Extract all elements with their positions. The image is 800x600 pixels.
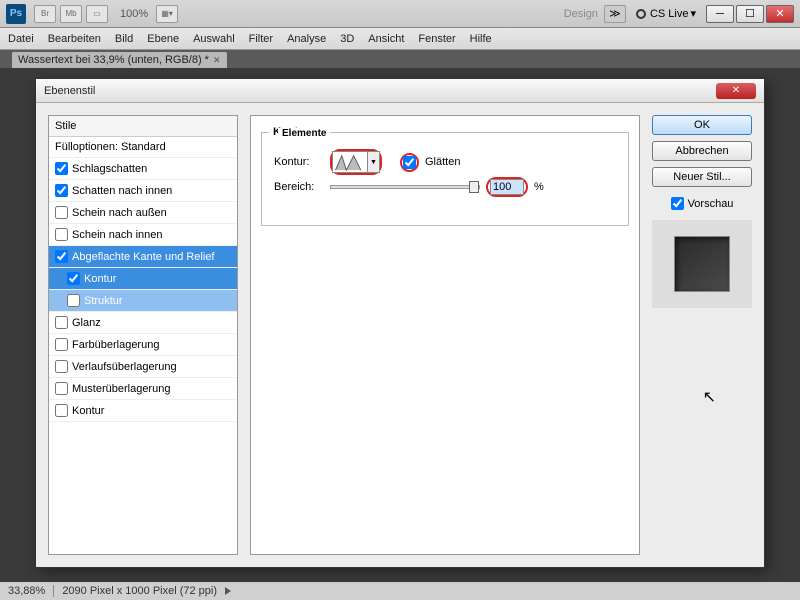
range-input[interactable] bbox=[490, 179, 524, 195]
close-tab-icon[interactable]: ✕ bbox=[213, 55, 221, 66]
preview-swatch bbox=[674, 236, 730, 292]
style-label: Kontur bbox=[84, 273, 116, 285]
menu-3d[interactable]: 3D bbox=[340, 33, 354, 45]
range-slider[interactable] bbox=[330, 185, 480, 189]
minibridge-icon[interactable]: Mb bbox=[60, 5, 82, 23]
blend-options-row[interactable]: Fülloptionen: Standard bbox=[49, 137, 237, 158]
style-checkbox[interactable] bbox=[67, 272, 80, 285]
style-checkbox[interactable] bbox=[55, 360, 68, 373]
menu-bar: Datei Bearbeiten Bild Ebene Auswahl Filt… bbox=[0, 28, 800, 50]
close-button[interactable]: ✕ bbox=[766, 5, 794, 23]
cursor-icon: ↖ bbox=[703, 387, 716, 407]
styles-header[interactable]: Stile bbox=[49, 116, 237, 137]
settings-panel: Kontur Elemente Kontur: ▼ Glätten bbox=[250, 115, 640, 555]
menu-hilfe[interactable]: Hilfe bbox=[470, 33, 492, 45]
smooth-checkbox[interactable] bbox=[403, 156, 416, 169]
status-play-icon[interactable] bbox=[225, 587, 231, 595]
new-style-button[interactable]: Neuer Stil... bbox=[652, 167, 752, 187]
menu-fenster[interactable]: Fenster bbox=[418, 33, 455, 45]
style-row-muster-berlagerung[interactable]: Musterüberlagerung bbox=[49, 378, 237, 400]
style-row-kontur[interactable]: Kontur bbox=[49, 268, 237, 290]
cslive-icon bbox=[636, 9, 646, 19]
style-label: Kontur bbox=[72, 405, 104, 417]
arrange-icon[interactable]: ▦▾ bbox=[156, 5, 178, 23]
dialog-titlebar[interactable]: Ebenenstil ✕ bbox=[36, 79, 764, 103]
document-tabs: Wassertext bei 33,9% (unten, RGB/8) *✕ bbox=[0, 50, 800, 68]
style-row-schein-nach-innen[interactable]: Schein nach innen bbox=[49, 224, 237, 246]
styles-list: Stile Fülloptionen: Standard Schlagschat… bbox=[48, 115, 238, 555]
contour-dropdown[interactable]: ▼ bbox=[368, 151, 380, 173]
style-checkbox[interactable] bbox=[55, 228, 68, 241]
document-tab[interactable]: Wassertext bei 33,9% (unten, RGB/8) *✕ bbox=[12, 52, 227, 68]
style-label: Glanz bbox=[72, 317, 101, 329]
zoom-label[interactable]: 100% bbox=[120, 8, 148, 20]
style-label: Abgeflachte Kante und Relief bbox=[72, 251, 215, 263]
style-checkbox[interactable] bbox=[55, 162, 68, 175]
preview-checkbox[interactable] bbox=[671, 197, 684, 210]
style-checkbox[interactable] bbox=[55, 250, 68, 263]
style-label: Schlagschatten bbox=[72, 163, 147, 175]
dialog-title: Ebenenstil bbox=[44, 85, 716, 97]
status-zoom[interactable]: 33,88% bbox=[8, 585, 45, 597]
style-checkbox[interactable] bbox=[55, 338, 68, 351]
dialog-buttons: OK Abbrechen Neuer Stil... Vorschau ↖ bbox=[652, 115, 752, 555]
workspace-arrow-icon[interactable]: ≫ bbox=[604, 5, 626, 23]
style-row-farb-berlagerung[interactable]: Farbüberlagerung bbox=[49, 334, 237, 356]
style-checkbox[interactable] bbox=[55, 404, 68, 417]
ok-button[interactable]: OK bbox=[652, 115, 752, 135]
bridge-icon[interactable]: Br bbox=[34, 5, 56, 23]
menu-filter[interactable]: Filter bbox=[249, 33, 273, 45]
style-row-abgeflachte-kante-und-relief[interactable]: Abgeflachte Kante und Relief bbox=[49, 246, 237, 268]
app-toolbar: Ps Br Mb ▭ 100% ▦▾ Design ≫ CS Live▾ ─ ☐… bbox=[0, 0, 800, 28]
menu-datei[interactable]: Datei bbox=[8, 33, 34, 45]
smooth-label: Glätten bbox=[425, 156, 460, 168]
cslive-button[interactable]: CS Live▾ bbox=[636, 7, 696, 20]
workspace-label[interactable]: Design bbox=[564, 8, 598, 20]
style-row-kontur[interactable]: Kontur bbox=[49, 400, 237, 422]
app-logo: Ps bbox=[6, 4, 26, 24]
dialog-close-button[interactable]: ✕ bbox=[716, 83, 756, 99]
style-label: Schein nach innen bbox=[72, 229, 163, 241]
percent-label: % bbox=[534, 181, 544, 193]
style-checkbox[interactable] bbox=[55, 382, 68, 395]
elements-label: Elemente bbox=[278, 128, 330, 139]
style-row-verlaufs-berlagerung[interactable]: Verlaufsüberlagerung bbox=[49, 356, 237, 378]
range-label: Bereich: bbox=[274, 181, 324, 193]
style-label: Musterüberlagerung bbox=[72, 383, 170, 395]
preview-label: Vorschau bbox=[688, 198, 734, 210]
style-row-schlagschatten[interactable]: Schlagschatten bbox=[49, 158, 237, 180]
style-checkbox[interactable] bbox=[55, 184, 68, 197]
menu-ansicht[interactable]: Ansicht bbox=[368, 33, 404, 45]
layer-style-dialog: Ebenenstil ✕ Stile Fülloptionen: Standar… bbox=[35, 78, 765, 568]
style-checkbox[interactable] bbox=[67, 294, 80, 307]
minimize-button[interactable]: ─ bbox=[706, 5, 734, 23]
menu-bild[interactable]: Bild bbox=[115, 33, 133, 45]
menu-bearbeiten[interactable]: Bearbeiten bbox=[48, 33, 101, 45]
screen-mode-icon[interactable]: ▭ bbox=[86, 5, 108, 23]
style-label: Farbüberlagerung bbox=[72, 339, 159, 351]
style-label: Struktur bbox=[84, 295, 123, 307]
style-checkbox[interactable] bbox=[55, 316, 68, 329]
slider-thumb[interactable] bbox=[469, 181, 479, 193]
maximize-button[interactable]: ☐ bbox=[736, 5, 764, 23]
style-row-schein-nach-au-en[interactable]: Schein nach außen bbox=[49, 202, 237, 224]
status-info[interactable]: 2090 Pixel x 1000 Pixel (72 ppi) bbox=[62, 585, 217, 597]
style-row-glanz[interactable]: Glanz bbox=[49, 312, 237, 334]
style-row-struktur[interactable]: Struktur bbox=[49, 290, 237, 312]
style-row-schatten-nach-innen[interactable]: Schatten nach innen bbox=[49, 180, 237, 202]
status-bar: 33,88% 2090 Pixel x 1000 Pixel (72 ppi) bbox=[0, 582, 800, 600]
contour-picker[interactable] bbox=[332, 151, 368, 173]
style-label: Schein nach außen bbox=[72, 207, 167, 219]
style-label: Schatten nach innen bbox=[72, 185, 172, 197]
style-checkbox[interactable] bbox=[55, 206, 68, 219]
kontur-label: Kontur: bbox=[274, 156, 324, 168]
menu-analyse[interactable]: Analyse bbox=[287, 33, 326, 45]
cancel-button[interactable]: Abbrechen bbox=[652, 141, 752, 161]
menu-ebene[interactable]: Ebene bbox=[147, 33, 179, 45]
menu-auswahl[interactable]: Auswahl bbox=[193, 33, 235, 45]
style-label: Verlaufsüberlagerung bbox=[72, 361, 177, 373]
